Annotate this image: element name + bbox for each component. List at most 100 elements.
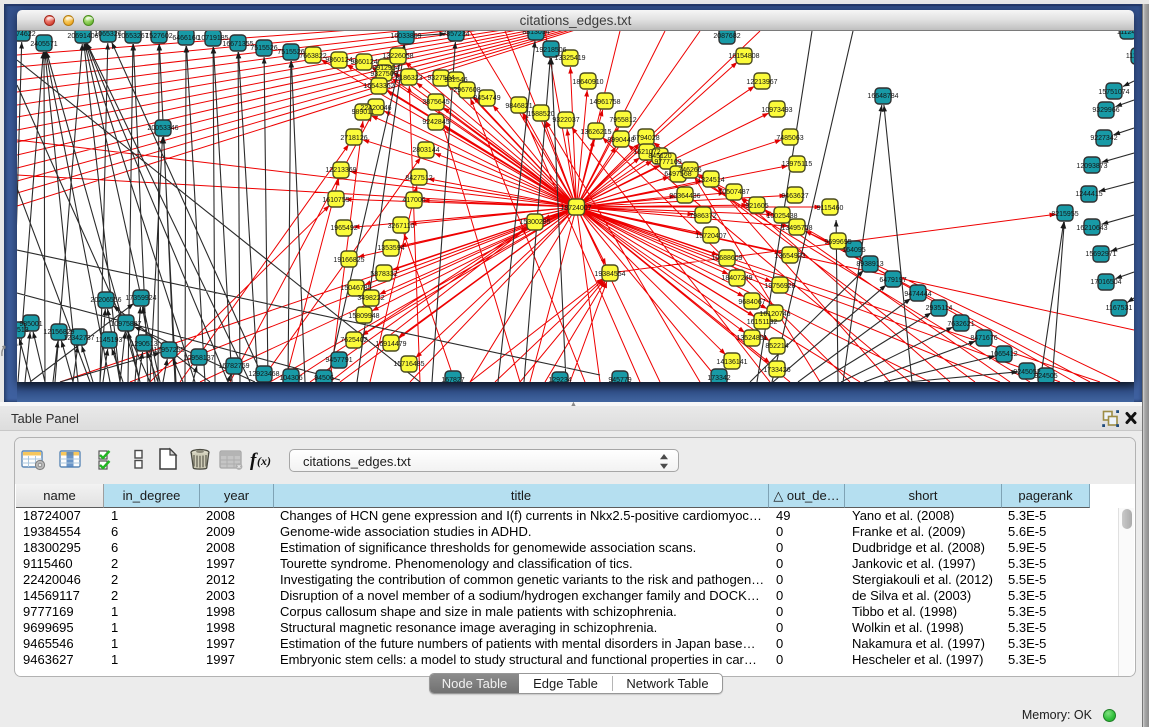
svg-text:8454749: 8454749 (473, 95, 500, 102)
svg-text:167827: 167827 (441, 377, 464, 382)
svg-text:15720407: 15720407 (695, 233, 726, 240)
svg-text:13226058: 13226058 (382, 53, 413, 60)
svg-text:9463627: 9463627 (781, 193, 808, 200)
svg-text:10688609: 10688609 (711, 255, 742, 262)
svg-text:1674622: 1674622 (17, 31, 36, 38)
svg-text:8813054: 8813054 (522, 31, 549, 36)
svg-text:2087682: 2087682 (713, 33, 740, 40)
svg-text:16151132: 16151132 (747, 319, 778, 326)
svg-text:20053346: 20053346 (147, 125, 178, 132)
svg-text:15751074: 15751074 (1098, 89, 1129, 96)
svg-text:9860124: 9860124 (325, 57, 352, 64)
svg-text:15692971: 15692971 (1085, 251, 1116, 258)
svg-text:16671355: 16671355 (222, 41, 253, 48)
svg-text:104306: 104306 (279, 375, 302, 382)
svg-text:1324514: 1324514 (697, 177, 724, 184)
svg-text:14136141: 14136141 (716, 359, 747, 366)
svg-text:10507487: 10507487 (718, 189, 749, 196)
svg-text:7632621: 7632621 (947, 321, 974, 328)
svg-text:12093873: 12093873 (1076, 163, 1107, 170)
svg-text:13654923: 13654923 (774, 253, 805, 260)
svg-text:111243: 111243 (1117, 31, 1134, 36)
svg-text:2967608: 2967608 (453, 87, 480, 94)
svg-text:15046785: 15046785 (340, 285, 371, 292)
svg-text:9684067: 9684067 (738, 299, 765, 306)
svg-text:1353594: 1353594 (377, 245, 404, 252)
svg-text:17359924: 17359924 (125, 295, 156, 302)
svg-text:7663822: 7663822 (299, 53, 326, 60)
svg-text:7986372: 7986372 (689, 213, 716, 220)
svg-text:9322037: 9322037 (552, 117, 579, 124)
svg-text:746266: 746266 (678, 167, 701, 174)
svg-text:129234: 129234 (548, 377, 571, 382)
svg-text:8215955: 8215955 (1051, 211, 1078, 218)
svg-text:9457791: 9457791 (325, 357, 352, 364)
svg-text:9115460: 9115460 (817, 205, 844, 212)
svg-text:1527602: 1527602 (145, 33, 172, 40)
svg-text:13325419: 13325419 (554, 55, 585, 62)
svg-text:6466160: 6466160 (172, 35, 199, 42)
svg-text:13975115: 13975115 (782, 161, 813, 168)
svg-text:16648784: 16648784 (867, 93, 898, 100)
svg-text:15300295: 15300295 (519, 219, 550, 226)
svg-text:16120746: 16120746 (759, 311, 790, 318)
svg-text:9242845: 9242845 (422, 119, 449, 126)
svg-text:7515526: 7515526 (250, 45, 277, 52)
svg-text:13524851: 13524851 (736, 335, 767, 342)
svg-text:(x): (x) (257, 454, 271, 468)
svg-text:8471676: 8471676 (970, 335, 997, 342)
svg-text:1167531: 1167531 (1106, 305, 1133, 312)
svg-text:9846821: 9846821 (505, 103, 532, 110)
svg-text:1965492: 1965492 (330, 225, 357, 232)
svg-text:8990448: 8990448 (607, 137, 634, 144)
svg-text:20364436: 20364436 (669, 193, 700, 200)
svg-text:18724007: 18724007 (560, 205, 591, 212)
svg-text:6794028: 6794028 (632, 135, 659, 142)
svg-text:10025438: 10025438 (766, 213, 797, 220)
svg-text:13626215: 13626215 (580, 129, 611, 136)
svg-text:19218506: 19218506 (535, 47, 566, 54)
svg-text:1145193: 1145193 (96, 337, 123, 344)
svg-text:9227342: 9227342 (1090, 135, 1117, 142)
svg-text:7485063: 7485063 (776, 135, 803, 142)
svg-text:12213967: 12213967 (746, 79, 777, 86)
svg-text:989011: 989011 (352, 109, 375, 116)
svg-text:9474444: 9474444 (904, 291, 931, 298)
svg-text:20206556: 20206556 (90, 297, 121, 304)
svg-text:12923468: 12923468 (248, 371, 279, 378)
svg-text:12342737: 12342737 (63, 335, 94, 342)
svg-text:8427512: 8427512 (405, 175, 432, 182)
svg-text:9699695: 9699695 (824, 239, 851, 246)
svg-text:17957255: 17957255 (153, 347, 184, 354)
svg-text:924505: 924505 (1034, 373, 1057, 380)
svg-text:10973493: 10973493 (761, 107, 792, 114)
svg-text:5878332: 5878332 (370, 271, 397, 278)
svg-text:1588520: 1588520 (527, 111, 554, 118)
svg-text:13495758: 13495758 (781, 225, 812, 232)
svg-text:3498222: 3498222 (357, 295, 384, 302)
svg-text:9329966: 9329966 (1092, 107, 1119, 114)
svg-text:921605: 921605 (745, 203, 768, 210)
svg-text:10958137: 10958137 (183, 355, 214, 362)
svg-text:19166825: 19166825 (333, 257, 364, 264)
svg-text:2405571: 2405571 (30, 41, 57, 48)
svg-text:1610755: 1610755 (322, 197, 349, 204)
svg-text:1065412: 1065412 (990, 351, 1017, 358)
svg-text:852214: 852214 (765, 343, 788, 350)
svg-text:1112935: 1112935 (1126, 53, 1134, 60)
svg-text:10653267: 10653267 (117, 33, 148, 40)
svg-text:15809948: 15809948 (348, 313, 379, 320)
svg-text:9327508: 9327508 (370, 71, 397, 78)
svg-text:6479197: 6479197 (879, 277, 906, 284)
svg-text:19756928: 19756928 (764, 283, 795, 290)
svg-text:3267110: 3267110 (388, 223, 415, 230)
svg-text:18640910: 18640910 (572, 79, 603, 86)
svg-text:16914479: 16914479 (375, 341, 406, 348)
svg-text:16782759: 16782759 (218, 363, 249, 370)
svg-text:1733426: 1733426 (763, 367, 790, 374)
svg-text:2718126: 2718126 (340, 135, 367, 142)
svg-text:16154808: 16154808 (728, 53, 759, 60)
svg-text:8938913: 8938913 (856, 261, 883, 268)
svg-text:15716485: 15716485 (393, 361, 424, 368)
svg-text:7955812: 7955812 (609, 117, 636, 124)
